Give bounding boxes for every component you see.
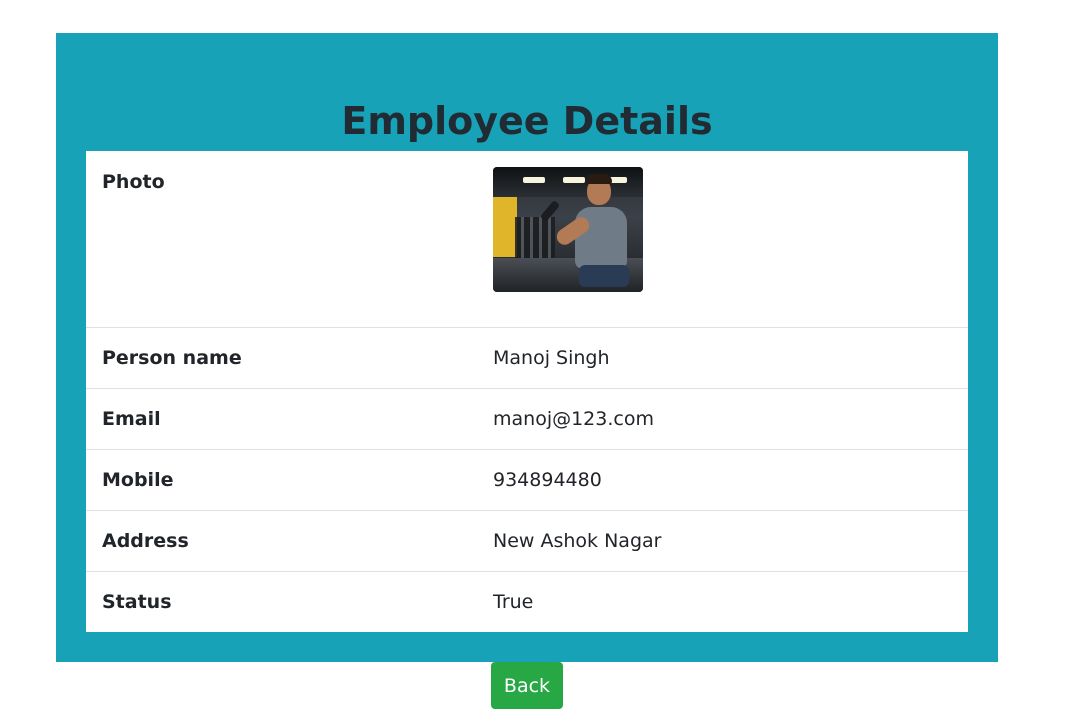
back-button[interactable]: Back: [491, 662, 563, 709]
photo-shorts: [579, 265, 629, 287]
details-panel: Employee Details Photo Person name Manoj…: [56, 33, 998, 662]
table-row: Address New Ashok Nagar: [86, 510, 968, 572]
row-value: manoj@123.com: [477, 388, 968, 450]
row-label: Mobile: [86, 449, 477, 511]
row-value: 934894480: [477, 449, 968, 511]
details-table: Photo Person name Manoj Singh Email mano…: [86, 151, 968, 632]
table-row: Email manoj@123.com: [86, 388, 968, 450]
photo-label: Photo: [102, 171, 165, 193]
photo-cell: [477, 151, 968, 328]
employee-photo: [493, 167, 643, 292]
row-value: Manoj Singh: [477, 327, 968, 389]
table-row-photo: Photo: [86, 151, 968, 328]
page-title: Employee Details: [341, 99, 713, 143]
table-row: Person name Manoj Singh: [86, 327, 968, 389]
photo-wall: [493, 197, 517, 257]
row-label: Address: [86, 510, 477, 572]
row-label: Status: [86, 571, 477, 632]
table-row: Status True: [86, 571, 968, 632]
row-value: New Ashok Nagar: [477, 510, 968, 572]
photo-light: [523, 177, 545, 183]
photo-hair: [586, 174, 612, 184]
photo-light: [563, 177, 585, 183]
row-label: Email: [86, 388, 477, 450]
row-label: Person name: [86, 327, 477, 389]
table-row: Mobile 934894480: [86, 449, 968, 511]
row-value: True: [477, 571, 968, 632]
